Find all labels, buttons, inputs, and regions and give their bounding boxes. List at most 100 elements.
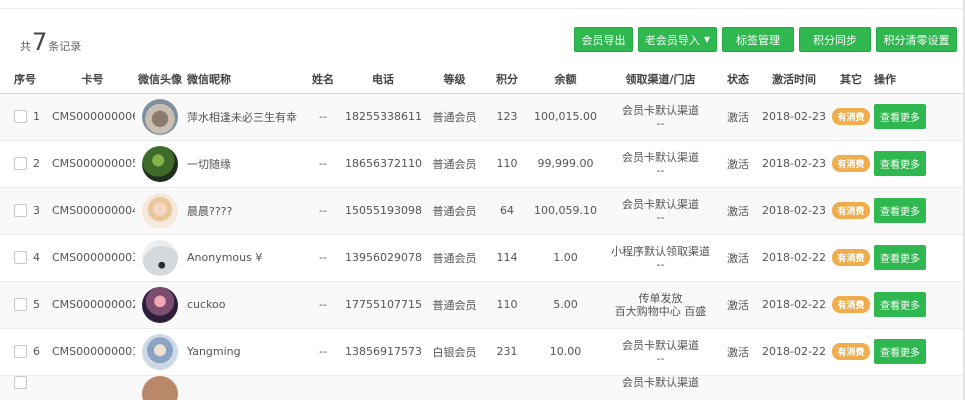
level: 普通会员 bbox=[423, 280, 486, 328]
view-more-button[interactable]: 查看更多 bbox=[874, 151, 926, 176]
card-number: CMS000000006 bbox=[50, 92, 135, 140]
status: 激活 bbox=[718, 233, 758, 281]
status-badge: 有消费 bbox=[832, 249, 870, 266]
nickname: 一切随缘 bbox=[185, 139, 303, 187]
level: 普通会员 bbox=[423, 186, 486, 234]
balance: 1.00 bbox=[528, 233, 603, 281]
member-name: -- bbox=[303, 186, 343, 234]
view-more-button[interactable]: 查看更多 bbox=[874, 292, 926, 317]
activated-date: 2018-02-22 bbox=[758, 280, 830, 328]
avatar bbox=[142, 375, 178, 400]
view-more-button[interactable]: 查看更多 bbox=[874, 198, 926, 223]
table-row: 2 CMS000000005 一切随缘 -- 18656372110 普通会员 … bbox=[0, 139, 965, 187]
avatar bbox=[142, 286, 178, 323]
member-name: -- bbox=[303, 327, 343, 375]
card-number: CMS000000005 bbox=[50, 139, 135, 187]
points-clear-settings-button[interactable]: 积分清零设置 bbox=[876, 27, 957, 52]
avatar bbox=[142, 239, 178, 276]
member-name: -- bbox=[303, 280, 343, 328]
balance: 100,015.00 bbox=[528, 92, 603, 140]
header-other: 其它 bbox=[830, 66, 872, 94]
card-number: CMS000000002 bbox=[50, 280, 135, 328]
table-row: 会员卡默认渠道 bbox=[0, 374, 965, 400]
table-row: 4 CMS000000003 Anonymous ¥ -- 1395602907… bbox=[0, 233, 965, 281]
member-import-dropdown[interactable]: 老会员导入 ▼ bbox=[638, 27, 717, 52]
row-checkbox[interactable] bbox=[14, 251, 27, 264]
phone: 18656372110 bbox=[343, 139, 423, 187]
row-checkbox[interactable] bbox=[14, 375, 27, 389]
record-count-number: 7 bbox=[32, 28, 48, 56]
avatar bbox=[142, 145, 178, 182]
row-checkbox[interactable] bbox=[14, 298, 27, 311]
avatar bbox=[142, 192, 178, 229]
card-number: CMS000000003 bbox=[50, 233, 135, 281]
channel: 会员卡默认渠道 -- bbox=[603, 327, 718, 375]
avatar bbox=[142, 333, 178, 370]
header-activated: 激活时间 bbox=[758, 66, 830, 94]
points: 110 bbox=[486, 139, 528, 187]
header-nickname: 微信昵称 bbox=[185, 66, 303, 94]
channel: 传单发放 百大购物中心 百盛 bbox=[603, 280, 718, 328]
activated-date: 2018-02-23 bbox=[758, 139, 830, 187]
header-action: 操作 bbox=[872, 66, 965, 94]
table-row: 6 CMS000000001 Yangming -- 13856917573 白… bbox=[0, 327, 965, 375]
points: 110 bbox=[486, 280, 528, 328]
chevron-down-icon: ▼ bbox=[703, 35, 711, 44]
view-more-button[interactable]: 查看更多 bbox=[874, 339, 926, 364]
view-more-button[interactable]: 查看更多 bbox=[874, 245, 926, 270]
nickname: 晨晨???? bbox=[185, 186, 303, 234]
header-avatar: 微信头像 bbox=[135, 66, 185, 94]
member-export-button[interactable]: 会员导出 bbox=[574, 27, 633, 52]
level: 普通会员 bbox=[423, 92, 486, 140]
header-name: 姓名 bbox=[303, 66, 343, 94]
row-checkbox[interactable] bbox=[14, 345, 27, 358]
status: 激活 bbox=[718, 139, 758, 187]
header-level: 等级 bbox=[423, 66, 486, 94]
phone: 13956029078 bbox=[343, 233, 423, 281]
activated-date: 2018-02-22 bbox=[758, 327, 830, 375]
table-row: 1 CMS000000006 萍水相逢未必三生有幸 -- 18255338611… bbox=[0, 92, 965, 140]
nickname: cuckoo bbox=[185, 280, 303, 328]
row-checkbox[interactable] bbox=[14, 110, 27, 123]
phone: 13856917573 bbox=[343, 327, 423, 375]
table-header: 序号 卡号 微信头像 微信昵称 姓名 电话 等级 积分 余额 领取渠道/门店 状… bbox=[0, 66, 965, 94]
card-number: CMS000000001 bbox=[50, 327, 135, 375]
phone: 18255338611 bbox=[343, 92, 423, 140]
record-count: 共 7 条记录 bbox=[20, 28, 81, 54]
points: 114 bbox=[486, 233, 528, 281]
balance: 100,059.10 bbox=[528, 186, 603, 234]
points-sync-button[interactable]: 积分同步 bbox=[799, 27, 871, 52]
avatar bbox=[142, 98, 178, 135]
header-channel: 领取渠道/门店 bbox=[603, 66, 718, 94]
table-row: 5 CMS000000002 cuckoo -- 17755107715 普通会… bbox=[0, 280, 965, 328]
view-more-button[interactable]: 查看更多 bbox=[874, 104, 926, 129]
level: 白银会员 bbox=[423, 327, 486, 375]
nickname: 萍水相逢未必三生有幸 bbox=[185, 92, 303, 140]
header-points: 积分 bbox=[486, 66, 528, 94]
row-checkbox[interactable] bbox=[14, 157, 27, 170]
status-badge: 有消费 bbox=[832, 296, 870, 313]
tag-management-button[interactable]: 标签管理 bbox=[722, 27, 794, 52]
row-checkbox[interactable] bbox=[14, 204, 27, 217]
status-badge: 有消费 bbox=[832, 202, 870, 219]
status-badge: 有消费 bbox=[832, 155, 870, 172]
status: 激活 bbox=[718, 280, 758, 328]
level: 普通会员 bbox=[423, 139, 486, 187]
channel: 会员卡默认渠道 -- bbox=[603, 92, 718, 140]
member-table: 序号 卡号 微信头像 微信昵称 姓名 电话 等级 积分 余额 领取渠道/门店 状… bbox=[0, 66, 965, 400]
member-name: -- bbox=[303, 139, 343, 187]
record-count-suffix: 条记录 bbox=[48, 40, 82, 53]
phone: 15055193098 bbox=[343, 186, 423, 234]
balance: 99,999.00 bbox=[528, 139, 603, 187]
phone: 17755107715 bbox=[343, 280, 423, 328]
balance: 5.00 bbox=[528, 280, 603, 328]
points: 123 bbox=[486, 92, 528, 140]
status: 激活 bbox=[718, 327, 758, 375]
nickname: Yangming bbox=[185, 327, 303, 375]
balance: 10.00 bbox=[528, 327, 603, 375]
header-phone: 电话 bbox=[343, 66, 423, 94]
header-status: 状态 bbox=[718, 66, 758, 94]
channel: 会员卡默认渠道 bbox=[603, 374, 718, 400]
activated-date: 2018-02-22 bbox=[758, 233, 830, 281]
points: 231 bbox=[486, 327, 528, 375]
